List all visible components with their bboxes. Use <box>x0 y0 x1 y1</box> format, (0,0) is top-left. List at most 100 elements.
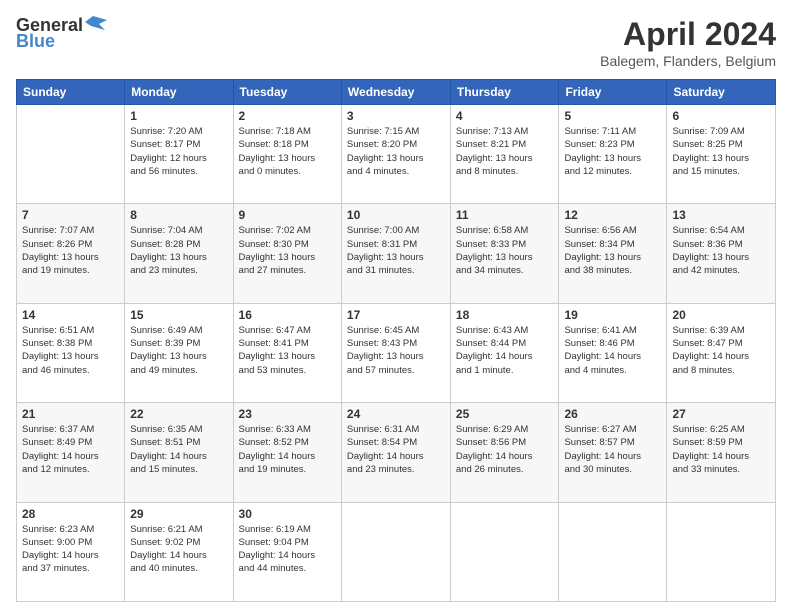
day-info: Sunrise: 7:02 AM Sunset: 8:30 PM Dayligh… <box>239 224 336 277</box>
day-number: 13 <box>672 208 770 222</box>
day-number: 7 <box>22 208 119 222</box>
calendar-cell: 27Sunrise: 6:25 AM Sunset: 8:59 PM Dayli… <box>667 403 776 502</box>
logo: General Blue <box>16 16 107 50</box>
day-number: 30 <box>239 507 336 521</box>
calendar-cell <box>559 502 667 601</box>
day-number: 29 <box>130 507 227 521</box>
day-number: 20 <box>672 308 770 322</box>
day-info: Sunrise: 6:27 AM Sunset: 8:57 PM Dayligh… <box>564 423 661 476</box>
month-title: April 2024 <box>600 16 776 53</box>
day-number: 3 <box>347 109 445 123</box>
calendar-cell: 12Sunrise: 6:56 AM Sunset: 8:34 PM Dayli… <box>559 204 667 303</box>
calendar-week-row: 21 Sunrise: 6:37 AM Sunset: 8:49 PM Dayli… <box>17 403 776 502</box>
day-info: Sunrise: 6:56 AM Sunset: 8:34 PM Dayligh… <box>564 224 661 277</box>
logo-bird-icon <box>85 12 107 34</box>
day-number: 8 <box>130 208 227 222</box>
day-number: 4 <box>456 109 554 123</box>
day-info: Sunrise: 6:39 AM Sunset: 8:47 PM Dayligh… <box>672 324 770 377</box>
day-number: 15 <box>130 308 227 322</box>
day-number: 9 <box>239 208 336 222</box>
calendar-cell: 19 Sunrise: 6:41 AM Sunset: 8:46 PM Dayli… <box>559 303 667 402</box>
calendar-cell: 4 Sunrise: 7:13 AM Sunset: 8:21 PM Daylig… <box>450 105 559 204</box>
calendar-cell: 23 Sunrise: 6:33 AM Sunset: 8:52 PM Dayli… <box>233 403 341 502</box>
day-info: Sunrise: 7:00 AM Sunset: 8:31 PM Dayligh… <box>347 224 445 277</box>
header: General Blue April 2024 Balegem, Flander… <box>16 16 776 69</box>
day-info: Sunrise: 7:11 AM Sunset: 8:23 PM Dayligh… <box>564 125 661 178</box>
day-info: Sunrise: 6:37 AM Sunset: 8:49 PM Dayligh… <box>22 423 119 476</box>
calendar-cell: 29Sunrise: 6:21 AM Sunset: 9:02 PM Dayli… <box>125 502 233 601</box>
logo-text: General Blue <box>16 16 107 50</box>
logo-blue: Blue <box>16 32 107 50</box>
day-info: Sunrise: 6:35 AM Sunset: 8:51 PM Dayligh… <box>130 423 227 476</box>
day-number: 2 <box>239 109 336 123</box>
day-info: Sunrise: 6:33 AM Sunset: 8:52 PM Dayligh… <box>239 423 336 476</box>
day-info: Sunrise: 6:29 AM Sunset: 8:56 PM Dayligh… <box>456 423 554 476</box>
calendar-week-row: 14Sunrise: 6:51 AM Sunset: 8:38 PM Dayli… <box>17 303 776 402</box>
calendar-header-row: SundayMondayTuesdayWednesdayThursdayFrid… <box>17 80 776 105</box>
calendar-cell <box>667 502 776 601</box>
day-number: 6 <box>672 109 770 123</box>
day-number: 26 <box>564 407 661 421</box>
weekday-header: Tuesday <box>233 80 341 105</box>
calendar-cell <box>341 502 450 601</box>
calendar-cell: 22 Sunrise: 6:35 AM Sunset: 8:51 PM Dayli… <box>125 403 233 502</box>
calendar-cell: 25 Sunrise: 6:29 AM Sunset: 8:56 PM Dayli… <box>450 403 559 502</box>
page: General Blue April 2024 Balegem, Flander… <box>0 0 792 612</box>
day-info: Sunrise: 7:09 AM Sunset: 8:25 PM Dayligh… <box>672 125 770 178</box>
weekday-header: Wednesday <box>341 80 450 105</box>
day-number: 22 <box>130 407 227 421</box>
day-number: 5 <box>564 109 661 123</box>
day-number: 10 <box>347 208 445 222</box>
calendar-cell <box>450 502 559 601</box>
day-number: 17 <box>347 308 445 322</box>
calendar-cell: 1Sunrise: 7:20 AM Sunset: 8:17 PM Daylig… <box>125 105 233 204</box>
day-info: Sunrise: 7:15 AM Sunset: 8:20 PM Dayligh… <box>347 125 445 178</box>
calendar-week-row: 7 Sunrise: 7:07 AM Sunset: 8:26 PM Daylig… <box>17 204 776 303</box>
calendar-cell <box>17 105 125 204</box>
calendar-cell: 13 Sunrise: 6:54 AM Sunset: 8:36 PM Dayli… <box>667 204 776 303</box>
weekday-header: Monday <box>125 80 233 105</box>
calendar-week-row: 1Sunrise: 7:20 AM Sunset: 8:17 PM Daylig… <box>17 105 776 204</box>
calendar-cell: 16Sunrise: 6:47 AM Sunset: 8:41 PM Dayli… <box>233 303 341 402</box>
day-info: Sunrise: 6:41 AM Sunset: 8:46 PM Dayligh… <box>564 324 661 377</box>
day-number: 11 <box>456 208 554 222</box>
calendar-cell: 3 Sunrise: 7:15 AM Sunset: 8:20 PM Daylig… <box>341 105 450 204</box>
calendar-cell: 9 Sunrise: 7:02 AM Sunset: 8:30 PM Daylig… <box>233 204 341 303</box>
day-number: 21 <box>22 407 119 421</box>
day-info: Sunrise: 7:18 AM Sunset: 8:18 PM Dayligh… <box>239 125 336 178</box>
day-info: Sunrise: 6:47 AM Sunset: 8:41 PM Dayligh… <box>239 324 336 377</box>
calendar-cell: 21 Sunrise: 6:37 AM Sunset: 8:49 PM Dayli… <box>17 403 125 502</box>
location: Balegem, Flanders, Belgium <box>600 53 776 69</box>
calendar-cell: 18 Sunrise: 6:43 AM Sunset: 8:44 PM Dayli… <box>450 303 559 402</box>
calendar-cell: 17Sunrise: 6:45 AM Sunset: 8:43 PM Dayli… <box>341 303 450 402</box>
calendar-cell: 8 Sunrise: 7:04 AM Sunset: 8:28 PM Daylig… <box>125 204 233 303</box>
day-info: Sunrise: 6:43 AM Sunset: 8:44 PM Dayligh… <box>456 324 554 377</box>
day-number: 18 <box>456 308 554 322</box>
weekday-header: Friday <box>559 80 667 105</box>
calendar-cell: 20 Sunrise: 6:39 AM Sunset: 8:47 PM Dayli… <box>667 303 776 402</box>
calendar-cell: 15 Sunrise: 6:49 AM Sunset: 8:39 PM Dayli… <box>125 303 233 402</box>
day-info: Sunrise: 7:07 AM Sunset: 8:26 PM Dayligh… <box>22 224 119 277</box>
calendar-cell: 11 Sunrise: 6:58 AM Sunset: 8:33 PM Dayli… <box>450 204 559 303</box>
weekday-header: Thursday <box>450 80 559 105</box>
day-info: Sunrise: 6:31 AM Sunset: 8:54 PM Dayligh… <box>347 423 445 476</box>
day-number: 24 <box>347 407 445 421</box>
calendar-cell: 5 Sunrise: 7:11 AM Sunset: 8:23 PM Daylig… <box>559 105 667 204</box>
calendar-cell: 28Sunrise: 6:23 AM Sunset: 9:00 PM Dayli… <box>17 502 125 601</box>
calendar-cell: 10 Sunrise: 7:00 AM Sunset: 8:31 PM Dayli… <box>341 204 450 303</box>
day-info: Sunrise: 6:54 AM Sunset: 8:36 PM Dayligh… <box>672 224 770 277</box>
calendar-cell: 26 Sunrise: 6:27 AM Sunset: 8:57 PM Dayli… <box>559 403 667 502</box>
day-info: Sunrise: 6:58 AM Sunset: 8:33 PM Dayligh… <box>456 224 554 277</box>
day-info: Sunrise: 7:04 AM Sunset: 8:28 PM Dayligh… <box>130 224 227 277</box>
day-number: 23 <box>239 407 336 421</box>
day-info: Sunrise: 6:25 AM Sunset: 8:59 PM Dayligh… <box>672 423 770 476</box>
day-number: 19 <box>564 308 661 322</box>
day-info: Sunrise: 7:20 AM Sunset: 8:17 PM Dayligh… <box>130 125 227 178</box>
weekday-header: Saturday <box>667 80 776 105</box>
day-number: 28 <box>22 507 119 521</box>
day-info: Sunrise: 6:49 AM Sunset: 8:39 PM Dayligh… <box>130 324 227 377</box>
day-number: 25 <box>456 407 554 421</box>
calendar-cell: 7 Sunrise: 7:07 AM Sunset: 8:26 PM Daylig… <box>17 204 125 303</box>
day-info: Sunrise: 7:13 AM Sunset: 8:21 PM Dayligh… <box>456 125 554 178</box>
day-info: Sunrise: 6:51 AM Sunset: 8:38 PM Dayligh… <box>22 324 119 377</box>
